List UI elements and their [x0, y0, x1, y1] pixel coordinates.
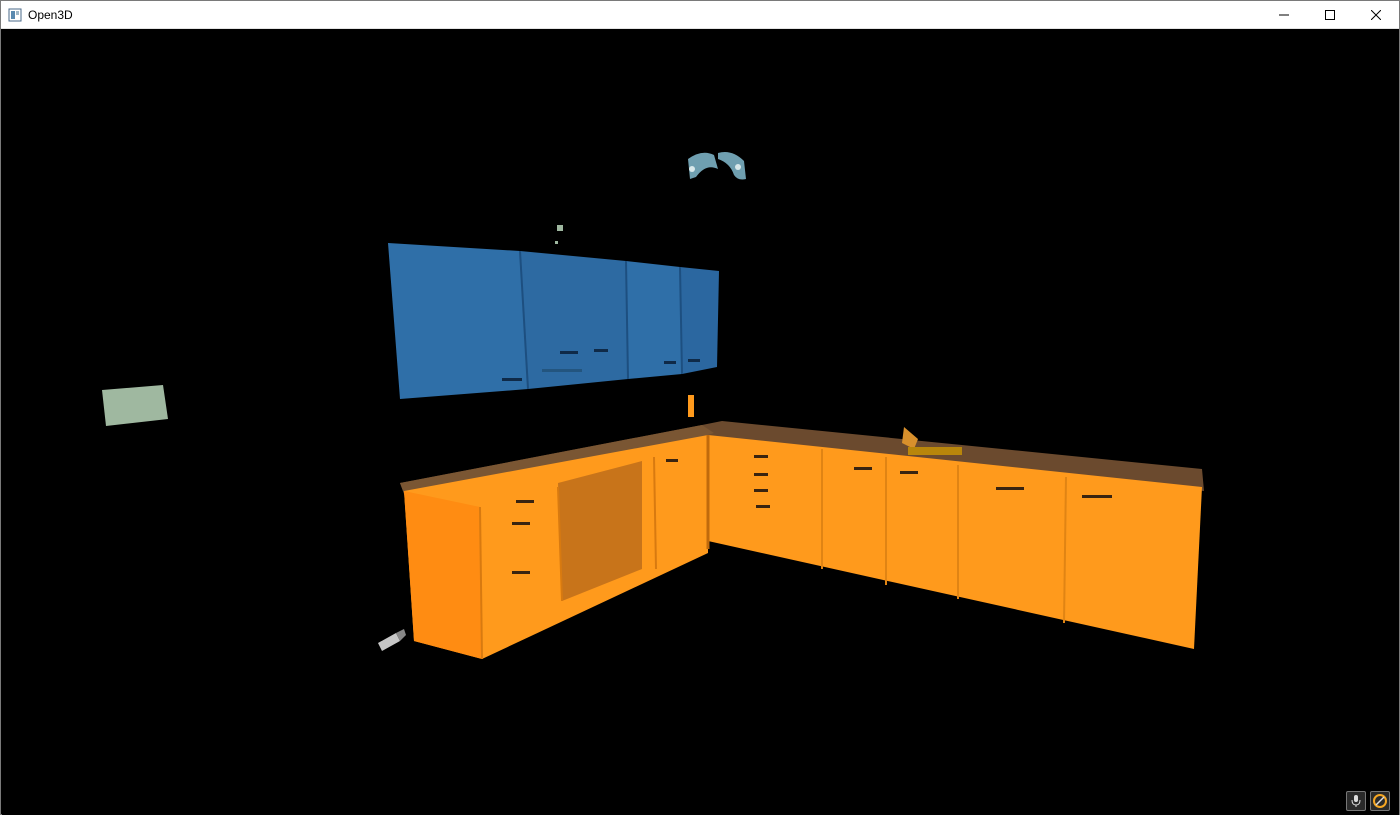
- app-icon: [8, 8, 22, 21]
- microphone-icon: [1351, 795, 1361, 807]
- lower-counter: [400, 395, 1204, 660]
- maximize-button[interactable]: [1307, 1, 1353, 29]
- open3d-window: Open3D: [0, 0, 1400, 815]
- maximize-icon: [1325, 10, 1335, 20]
- color-wheel-icon: [1373, 794, 1387, 808]
- viewport-overlay-buttons: [1346, 791, 1390, 811]
- point-cloud-scene[interactable]: [2, 29, 1399, 815]
- upper-cabinets: [388, 243, 719, 399]
- scan-fragment: [555, 241, 558, 244]
- floor-object: [378, 629, 406, 651]
- ceiling-lamp: [688, 152, 746, 180]
- close-button[interactable]: [1353, 1, 1399, 29]
- minimize-icon: [1279, 14, 1289, 16]
- minimize-button[interactable]: [1261, 1, 1307, 29]
- close-icon: [1371, 10, 1381, 20]
- 3d-viewport[interactable]: [2, 29, 1399, 815]
- microphone-button[interactable]: [1346, 791, 1366, 811]
- window-title: Open3D: [28, 7, 73, 22]
- color-wheel-button[interactable]: [1370, 791, 1390, 811]
- scan-fragment: [557, 225, 563, 231]
- title-bar[interactable]: Open3D: [1, 1, 1399, 29]
- wall-picture: [102, 385, 168, 426]
